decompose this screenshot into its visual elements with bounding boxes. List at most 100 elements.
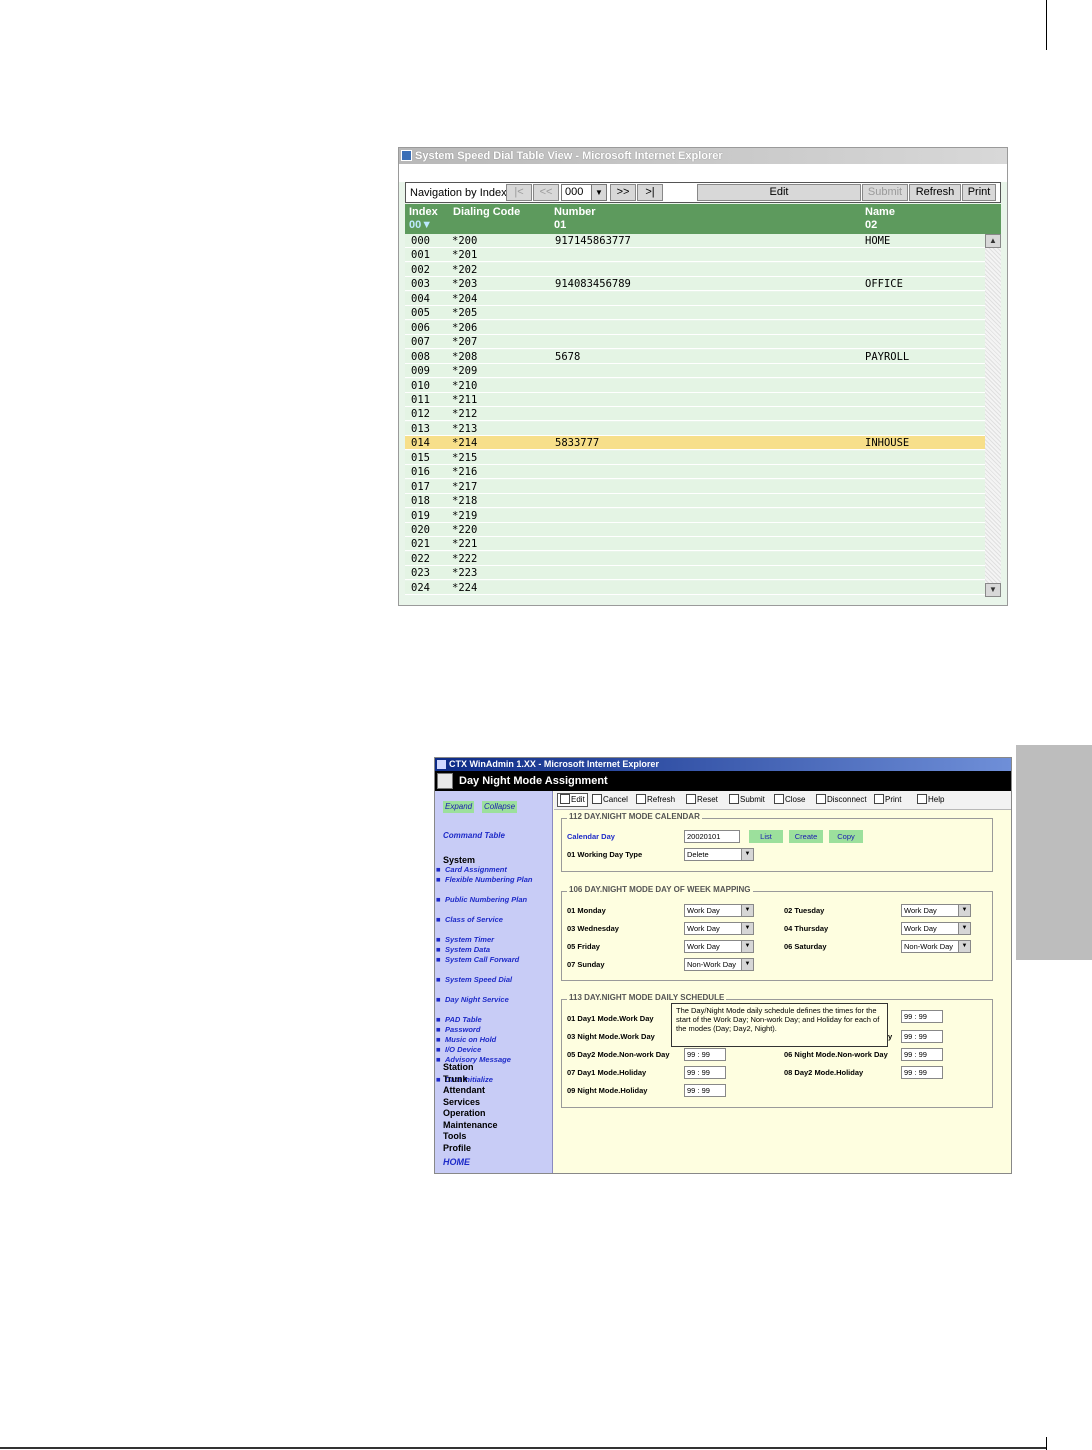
- friday-select[interactable]: Work Day ▼: [684, 940, 754, 953]
- sidebar-section[interactable]: Operation: [443, 1108, 486, 1119]
- table-row[interactable]: 009 *209: [405, 364, 985, 379]
- sidebar-item[interactable]: ■ Card Assignment: [436, 865, 545, 875]
- table-row[interactable]: 012 *212: [405, 407, 985, 422]
- next-button[interactable]: >>: [610, 184, 636, 201]
- schedule-f07-input[interactable]: 99 : 99: [684, 1066, 726, 1079]
- table-row[interactable]: 018 *218: [405, 494, 985, 509]
- toolbar-cancel-button[interactable]: Cancel: [592, 794, 628, 806]
- table-row[interactable]: 014 *214 5833777 INHOUSE: [405, 436, 985, 451]
- table-row[interactable]: 015 *215: [405, 450, 985, 465]
- cell-name: HOME: [865, 235, 891, 247]
- sidebar-item[interactable]: ■ Day Night Service: [436, 995, 545, 1005]
- sidebar-item[interactable]: ■ I/O Device: [436, 1045, 545, 1055]
- toolbar-print-button[interactable]: Print: [874, 794, 901, 806]
- column-index-sub[interactable]: 00▼: [409, 219, 432, 231]
- sidebar-item[interactable]: ■ Public Numbering Plan: [436, 895, 545, 905]
- sidebar-item[interactable]: ■ Password: [436, 1025, 545, 1035]
- toolbar-submit-button[interactable]: Submit: [729, 794, 765, 806]
- sidebar-section[interactable]: Profile: [443, 1143, 471, 1154]
- toolbar-close-button[interactable]: Close: [774, 794, 805, 806]
- edit-button[interactable]: Edit: [697, 184, 861, 201]
- index-select[interactable]: 000 ▼: [561, 184, 607, 201]
- table-row[interactable]: 016 *216: [405, 465, 985, 480]
- list-button[interactable]: List: [749, 830, 783, 843]
- toolbar-reset-button[interactable]: Reset: [686, 794, 718, 806]
- sidebar-item[interactable]: ■ Music on Hold: [436, 1035, 545, 1045]
- toolbar-edit-button[interactable]: Edit: [557, 793, 588, 807]
- refresh-button[interactable]: Refresh: [909, 184, 961, 201]
- column-dialing-code[interactable]: Dialing Code: [453, 206, 520, 218]
- sidebar-item[interactable]: ■ PAD Table: [436, 1015, 545, 1025]
- vertical-scrollbar[interactable]: ▲ ▼: [985, 234, 1001, 597]
- tuesday-select[interactable]: Work Day ▼: [901, 904, 971, 917]
- working-day-type-select[interactable]: Delete ▼: [684, 848, 754, 861]
- sidebar-item[interactable]: ■ Flexible Numbering Plan: [436, 875, 545, 885]
- table-row[interactable]: 021 *221: [405, 537, 985, 552]
- sidebar-section[interactable]: Services: [443, 1097, 480, 1108]
- speed-dial-title: System Speed Dial Table View - Microsoft…: [415, 150, 723, 162]
- table-row[interactable]: 006 *206: [405, 320, 985, 335]
- scroll-down-icon[interactable]: ▼: [985, 583, 1001, 597]
- schedule-f04-input[interactable]: 99 : 99: [901, 1030, 943, 1043]
- sidebar-section[interactable]: Station: [443, 1062, 474, 1073]
- table-row[interactable]: 019 *219: [405, 508, 985, 523]
- collapse-button[interactable]: Collapse: [482, 801, 518, 813]
- copy-button[interactable]: Copy: [829, 830, 863, 843]
- table-row[interactable]: 005 *205: [405, 306, 985, 321]
- home-link[interactable]: HOME: [443, 1157, 470, 1167]
- monday-select[interactable]: Work Day ▼: [684, 904, 754, 917]
- table-row[interactable]: 010 *210: [405, 378, 985, 393]
- table-row[interactable]: 004 *204: [405, 291, 985, 306]
- first-button[interactable]: |<: [506, 184, 532, 201]
- table-row[interactable]: 011 *211: [405, 392, 985, 407]
- column-number[interactable]: Number: [554, 206, 596, 218]
- thursday-select[interactable]: Work Day ▼: [901, 922, 971, 935]
- sunday-select[interactable]: Non-Work Day ▼: [684, 958, 754, 971]
- wednesday-select[interactable]: Work Day ▼: [684, 922, 754, 935]
- toolbar-refresh-button[interactable]: Refresh: [636, 794, 675, 806]
- column-index[interactable]: Index: [409, 206, 438, 218]
- sidebar-item[interactable]: ■ System Call Forward: [436, 955, 545, 965]
- command-table-link[interactable]: Command Table: [443, 831, 505, 841]
- print-button[interactable]: Print: [962, 184, 996, 201]
- table-row[interactable]: 017 *217: [405, 479, 985, 494]
- table-row[interactable]: 020 *220: [405, 523, 985, 537]
- table-row[interactable]: 024 *224: [405, 580, 985, 595]
- sidebar-section[interactable]: Tools: [443, 1131, 466, 1142]
- sidebar-section[interactable]: Maintenance: [443, 1120, 498, 1131]
- toolbar-help-button[interactable]: Help: [917, 794, 944, 806]
- table-row[interactable]: 002 *202: [405, 262, 985, 277]
- schedule-f02-input[interactable]: 99 : 99: [901, 1010, 943, 1023]
- sidebar-item[interactable]: ■ Class of Service: [436, 915, 545, 925]
- expand-button[interactable]: Expand: [443, 801, 475, 813]
- table-row[interactable]: 013 *213: [405, 421, 985, 436]
- create-button[interactable]: Create: [789, 830, 823, 843]
- sidebar-section[interactable]: Attendant: [443, 1085, 485, 1096]
- sidebar-item[interactable]: ■ System Data: [436, 945, 545, 955]
- submit-button[interactable]: Submit: [862, 184, 908, 201]
- table-row[interactable]: 003 *203 914083456789 OFFICE: [405, 277, 985, 292]
- scroll-up-icon[interactable]: ▲: [985, 234, 1001, 248]
- last-button[interactable]: >|: [637, 184, 663, 201]
- schedule-f05-input[interactable]: 99 : 99: [684, 1048, 726, 1061]
- table-row[interactable]: 022 *222: [405, 551, 985, 566]
- sidebar-item[interactable]: ■ System Speed Dial: [436, 975, 545, 985]
- schedule-f08-input[interactable]: 99 : 99: [901, 1066, 943, 1079]
- calendar-day-input[interactable]: 20020101: [684, 830, 740, 843]
- sidebar-item[interactable]: ■ System Timer: [436, 935, 545, 945]
- schedule-f09-input[interactable]: 99 : 99: [684, 1084, 726, 1097]
- table-row[interactable]: 000 *200 917145863777 HOME: [405, 234, 985, 248]
- table-header: Index 00▼ Dialing Code Number 01 Name 02: [405, 204, 1001, 234]
- prev-button[interactable]: <<: [533, 184, 559, 201]
- sidebar-section[interactable]: Trunk: [443, 1074, 468, 1085]
- table-row[interactable]: 001 *201: [405, 248, 985, 263]
- schedule-f06-input[interactable]: 99 : 99: [901, 1048, 943, 1061]
- cell-code: *223: [452, 567, 478, 580]
- table-row[interactable]: 007 *207: [405, 335, 985, 350]
- table-row[interactable]: 023 *223: [405, 566, 985, 581]
- saturday-select[interactable]: Non-Work Day ▼: [901, 940, 971, 953]
- bullet-icon: ■: [436, 975, 441, 984]
- column-name[interactable]: Name: [865, 206, 895, 218]
- toolbar-disconnect-button[interactable]: Disconnect: [816, 794, 867, 806]
- table-row[interactable]: 008 *208 5678 PAYROLL: [405, 349, 985, 364]
